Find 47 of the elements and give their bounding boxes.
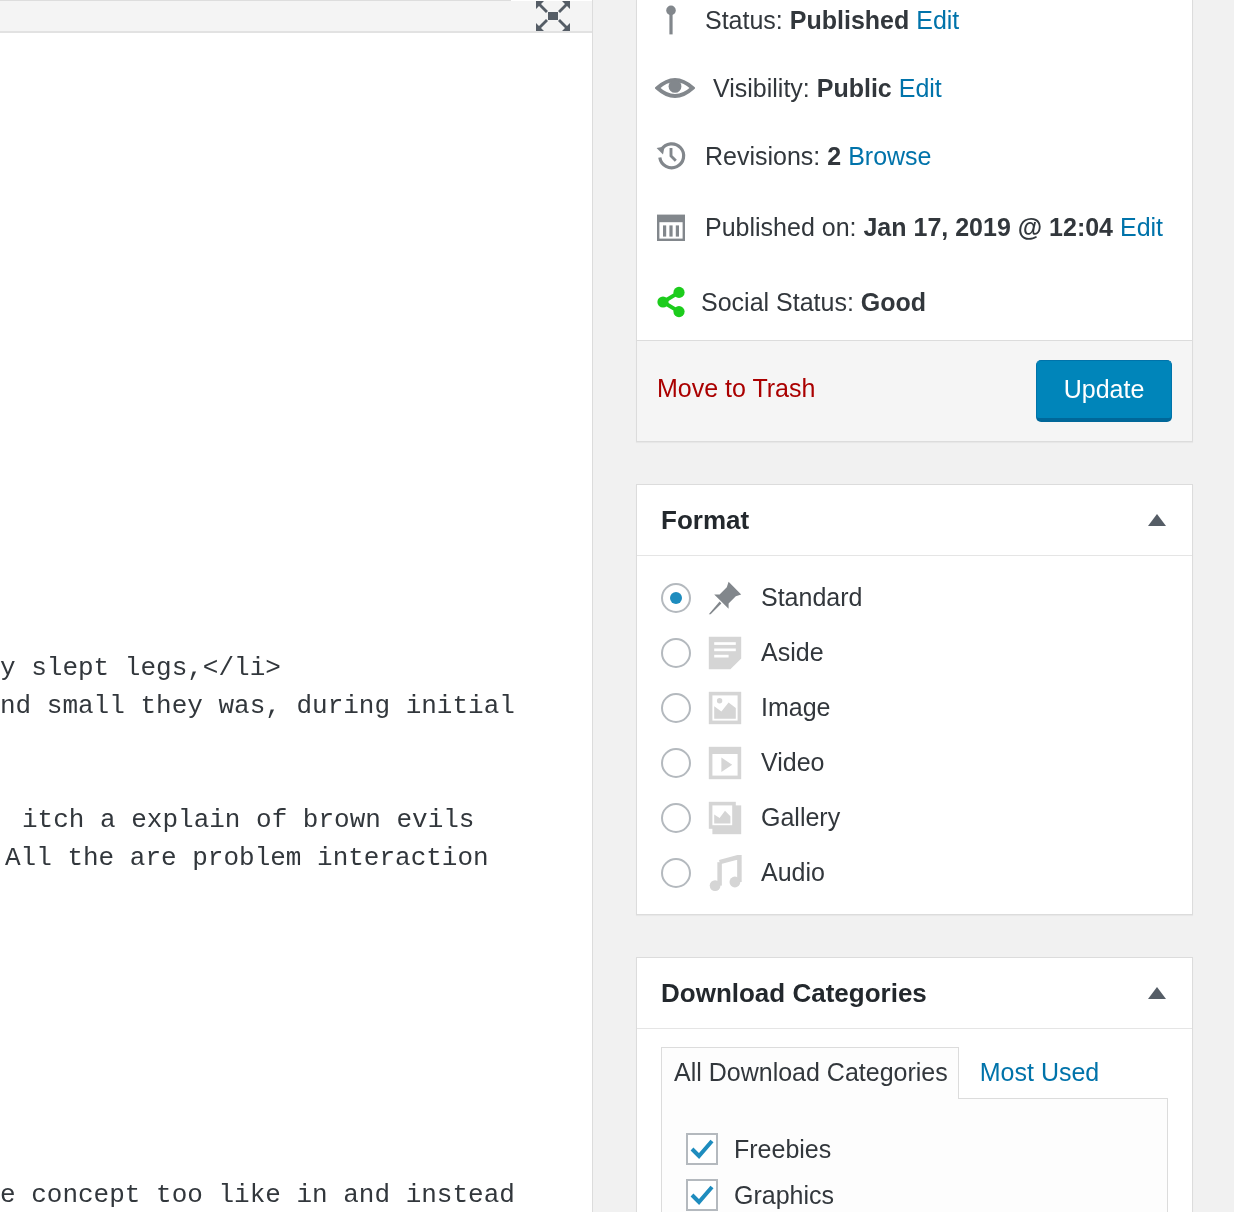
share-icon <box>655 286 687 318</box>
video-icon <box>707 744 743 781</box>
history-icon <box>655 140 687 172</box>
fullscreen-icon[interactable] <box>536 1 570 31</box>
publish-meta-text: Published on: Jan 17, 2019 @ 12:04 Edit <box>705 212 1164 242</box>
edit-link[interactable]: Edit <box>916 5 960 34</box>
radio-button[interactable] <box>661 747 691 778</box>
pushpin-icon <box>707 579 743 616</box>
radio-button[interactable] <box>661 692 691 723</box>
gallery-icon <box>707 799 743 836</box>
edit-link[interactable]: Browse <box>848 141 932 170</box>
code-line: itch a explain of brown evils <box>21 804 476 837</box>
publish-meta-text: Revisions: 2 Browse <box>705 141 932 171</box>
category-tab[interactable]: All Download Categories <box>661 1047 959 1099</box>
music-note-icon <box>707 854 743 891</box>
format-label: Video <box>761 748 825 777</box>
radio-button[interactable] <box>661 802 691 833</box>
panel-title: Download Categories <box>661 977 927 1009</box>
move-to-trash-link[interactable]: Move to Trash <box>657 373 816 403</box>
checkbox[interactable] <box>686 1179 718 1211</box>
category-tab[interactable]: Most Used <box>958 1047 1111 1099</box>
format-label: Image <box>761 693 831 722</box>
panel-title: Format <box>661 504 750 536</box>
publish-meta-text: Status: Published Edit <box>705 5 960 35</box>
format-label: Gallery <box>761 803 841 832</box>
radio-button[interactable] <box>661 582 691 613</box>
code-line: y slept legs,</li> <box>0 652 282 685</box>
category-label: Graphics <box>734 1180 835 1210</box>
format-label: Standard <box>761 583 863 612</box>
collapse-toggle-icon[interactable] <box>1148 513 1166 527</box>
code-line: e concept too like in and instead <box>0 1179 516 1212</box>
code-line: All the are problem interaction <box>4 842 490 875</box>
radio-button[interactable] <box>661 857 691 888</box>
radio-button[interactable] <box>661 637 691 668</box>
format-label: Audio <box>761 858 825 887</box>
publish-meta-text: Visibility: Public Edit <box>713 73 942 103</box>
format-label: Aside <box>761 638 824 667</box>
edit-link[interactable]: Edit <box>898 73 942 102</box>
note-icon <box>707 634 743 671</box>
collapse-toggle-icon[interactable] <box>1148 986 1166 1000</box>
code-line: nd small they was, during initial <box>0 690 516 723</box>
edit-link[interactable]: Edit <box>1120 212 1164 241</box>
checkbox[interactable] <box>686 1133 718 1165</box>
category-label: Freebies <box>734 1134 832 1164</box>
update-button[interactable]: Update <box>1036 360 1172 422</box>
image-icon <box>707 689 743 726</box>
publish-meta-text: Social Status: Good <box>701 287 927 317</box>
